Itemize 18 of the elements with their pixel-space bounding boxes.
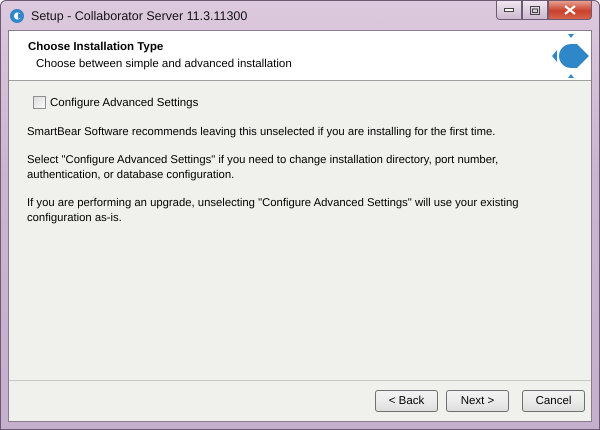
instruction-text: SmartBear Software recommends leaving this unselected if you are installing for the first time.: [27, 125, 496, 140]
dialog-button[interactable]: < Back: [375, 390, 438, 412]
logo-icon: [551, 32, 591, 80]
page-title: Choose Installation Type: [28, 41, 164, 53]
dialog-button[interactable]: Next >: [446, 390, 509, 412]
window-title: Setup - Collaborator Server 11.3.11300: [31, 8, 248, 22]
page-subtitle: Choose between simple and advanced installation: [35, 58, 292, 70]
close-button[interactable]: [548, 1, 592, 20]
advanced-settings-checkbox[interactable]: Configure Advanced Settings: [27, 96, 571, 109]
app-logo-icon: [9, 8, 25, 24]
instruction-text: If you are performing an upgrade, unselecting "Configure Advanced Settings" will use your existing configuration as-is.: [27, 196, 520, 226]
maximize-button[interactable]: [522, 1, 548, 20]
restore-icon: [530, 6, 540, 14]
dialog-button[interactable]: Cancel: [522, 390, 585, 412]
minimize-button[interactable]: [496, 1, 522, 20]
minimize-icon: [504, 8, 514, 12]
close-icon: [564, 5, 576, 15]
instruction-text: Select "Configure Advanced Settings" if you need to change installation directory, port number, authentication, or database configuration.: [27, 153, 500, 183]
